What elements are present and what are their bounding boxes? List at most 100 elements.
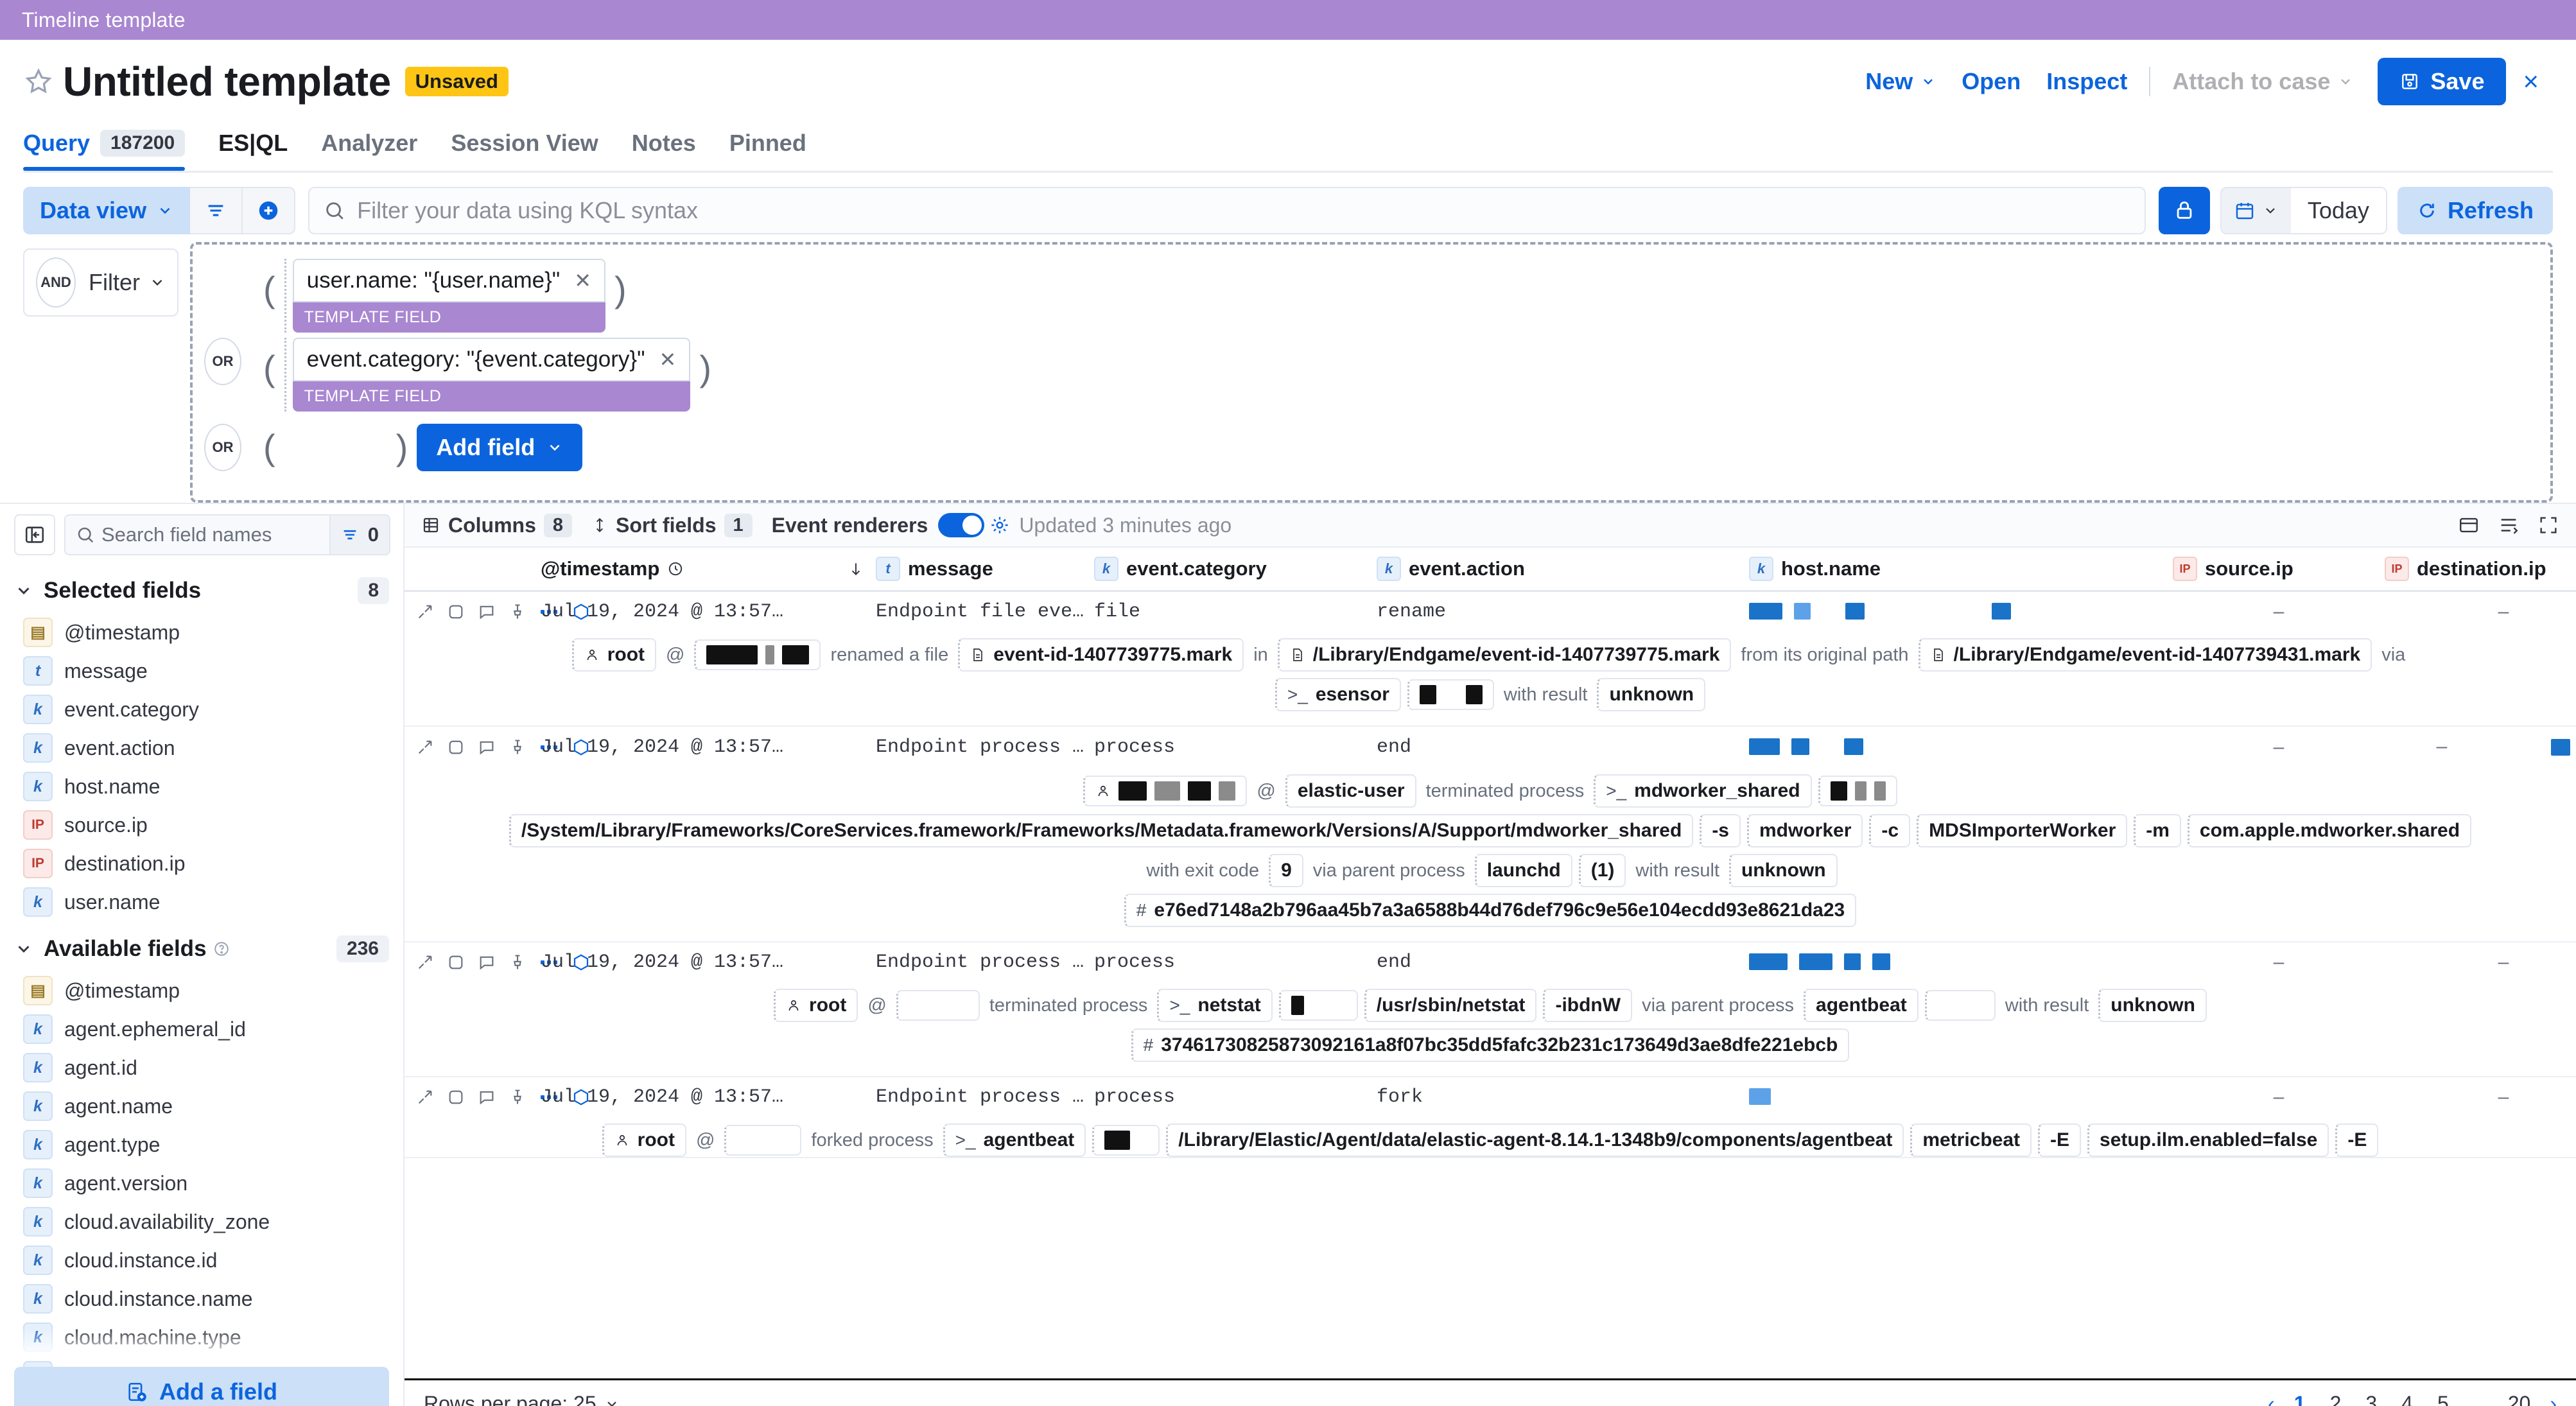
pin-icon[interactable] [509, 738, 527, 756]
chip-arg[interactable]: -E [2038, 1124, 2081, 1157]
chip-file-name[interactable]: event-id-1407739775.mark [958, 638, 1244, 672]
chip-arg[interactable]: setup.ilm.enabled=false [2087, 1124, 2329, 1157]
field-item[interactable]: kevent.category [0, 690, 403, 729]
column-source-ip[interactable]: IP source.ip [2173, 557, 2385, 581]
field-item[interactable]: tmessage [0, 652, 403, 690]
sort-fields-button[interactable]: Sort fields 1 [591, 514, 753, 537]
note-icon[interactable] [478, 603, 496, 621]
chip-result[interactable]: unknown [1729, 854, 1838, 887]
lock-timerange-button[interactable] [2159, 187, 2210, 234]
page-2[interactable]: 2 [2325, 1391, 2347, 1406]
chip-parent-process[interactable]: agentbeat [1804, 989, 1919, 1022]
expand-event-icon[interactable] [416, 953, 434, 971]
expand-event-icon[interactable] [416, 738, 434, 756]
page-3[interactable]: 3 [2360, 1391, 2382, 1406]
chip-arg[interactable]: MDSImporterWorker [1917, 814, 2127, 847]
field-item[interactable]: kagent.ephemeral_id [0, 1010, 403, 1048]
chip-exit-code[interactable]: 9 [1269, 854, 1303, 887]
page-1[interactable]: 1 [2289, 1391, 2311, 1406]
open-button[interactable]: Open [1949, 68, 2033, 95]
add-a-field-button[interactable]: Add a field [14, 1367, 389, 1406]
tab-notes[interactable]: Notes [632, 130, 713, 171]
new-button[interactable]: New [1852, 68, 1949, 95]
field-item[interactable]: kagent.version [0, 1164, 403, 1202]
chip-pid-redacted[interactable] [1407, 679, 1494, 710]
expand-event-icon[interactable] [416, 603, 434, 621]
sort-direction-icon[interactable] [836, 559, 876, 578]
chip-pid-redacted[interactable] [1818, 776, 1897, 806]
note-icon[interactable] [478, 738, 496, 756]
page-last[interactable]: 20 [2503, 1391, 2536, 1406]
note-icon[interactable] [478, 1088, 496, 1106]
chip-host-blank[interactable] [896, 990, 980, 1021]
close-icon[interactable]: × [2506, 66, 2553, 97]
next-page-button[interactable]: › [2550, 1392, 2557, 1406]
note-icon[interactable] [478, 953, 496, 971]
filter-value-input-1[interactable]: user.name: "{user.name}" ✕ [293, 259, 605, 302]
field-item[interactable]: kagent.type [0, 1125, 403, 1164]
favorite-star-icon[interactable] [23, 66, 54, 97]
field-item[interactable]: ▤@timestamp [0, 613, 403, 652]
date-quick-select-button[interactable] [2222, 188, 2291, 233]
chip-original-path[interactable]: /Library/Endgame/event-id-1407739431.mar… [1919, 638, 2372, 672]
prev-page-button[interactable]: ‹ [2268, 1392, 2275, 1406]
tab-analyzer[interactable]: Analyzer [321, 130, 434, 171]
chip-pid-redacted[interactable] [1092, 1125, 1160, 1156]
chip-user[interactable]: root [774, 989, 858, 1022]
date-range-display[interactable]: Today [2291, 188, 2386, 233]
selected-fields-section-header[interactable]: Selected fields 8 [0, 563, 403, 613]
chip-arg[interactable]: metricbeat [1910, 1124, 2032, 1157]
filter-options-button[interactable] [190, 187, 243, 234]
field-item[interactable]: kagent.id [0, 1048, 403, 1087]
tab-query[interactable]: Query 187200 [23, 130, 202, 171]
pin-icon[interactable] [509, 1088, 527, 1106]
select-event-checkbox[interactable] [447, 738, 465, 756]
select-event-checkbox[interactable] [447, 953, 465, 971]
event-renderers-toggle[interactable] [938, 513, 984, 537]
chip-user[interactable]: root [602, 1124, 686, 1157]
field-item[interactable]: kcloud.availability_zone [0, 1202, 403, 1241]
chip-process[interactable]: >_agentbeat [943, 1124, 1086, 1157]
page-5[interactable]: 5 [2432, 1391, 2454, 1406]
field-item[interactable]: kcloud.instance.name [0, 1280, 403, 1318]
chip-elastic-user[interactable]: elastic-user [1285, 774, 1416, 808]
chip-process[interactable]: >_netstat [1157, 989, 1272, 1022]
field-item[interactable]: IPsource.ip [0, 806, 403, 844]
expand-icon[interactable] [2537, 514, 2559, 536]
field-item[interactable]: kcloud.instance.id [0, 1241, 403, 1280]
column-event-action[interactable]: k event.action [1377, 557, 1749, 581]
field-type-filter-button[interactable]: 0 [329, 516, 389, 554]
chip-result[interactable]: unknown [1597, 678, 1705, 711]
pin-icon[interactable] [509, 603, 527, 621]
select-event-checkbox[interactable] [447, 1088, 465, 1106]
inspect-button[interactable]: Inspect [2033, 68, 2140, 95]
field-item[interactable]: kuser.name [0, 883, 403, 921]
chip-process-path[interactable]: /Library/Elastic/Agent/data/elastic-agen… [1166, 1124, 1904, 1157]
tab-session-view[interactable]: Session View [451, 130, 614, 171]
chip-result[interactable]: unknown [2098, 989, 2207, 1022]
chip-host-redacted[interactable] [694, 639, 821, 670]
field-item[interactable]: kevent.action [0, 729, 403, 767]
field-item[interactable]: kagent.name [0, 1087, 403, 1125]
full-screen-icon[interactable] [2458, 514, 2480, 536]
chip-arg[interactable]: -E [2335, 1124, 2378, 1157]
add-field-button[interactable]: Add field [417, 424, 582, 471]
chip-file-path[interactable]: /Library/Endgame/event-id-1407739775.mar… [1278, 638, 1732, 672]
chip-user[interactable]: root [572, 638, 656, 672]
help-icon[interactable] [213, 941, 230, 957]
field-item[interactable]: IPdestination.ip [0, 844, 403, 883]
chip-arg[interactable]: mdworker [1747, 814, 1863, 847]
filter-group-button[interactable]: AND Filter [23, 248, 178, 317]
chip-parent-process[interactable]: launchd [1475, 854, 1572, 887]
chip-user-redacted[interactable] [1083, 776, 1247, 806]
tab-pinned[interactable]: Pinned [729, 130, 823, 171]
column-timestamp[interactable]: @timestamp [541, 557, 836, 580]
chip-pid-redacted[interactable] [1279, 990, 1358, 1021]
chip-hash[interactable]: #37461730825873092161a8f07bc35dd5fafc32b… [1131, 1028, 1850, 1062]
chip-process-path[interactable]: /System/Library/Frameworks/CoreServices.… [509, 814, 1693, 847]
data-view-selector[interactable]: Data view [23, 187, 190, 234]
save-button[interactable]: Save [2378, 58, 2506, 105]
chip-process[interactable]: >_esensor [1275, 678, 1401, 711]
chip-host-blank[interactable] [724, 1125, 801, 1156]
page-4[interactable]: 4 [2396, 1391, 2418, 1406]
